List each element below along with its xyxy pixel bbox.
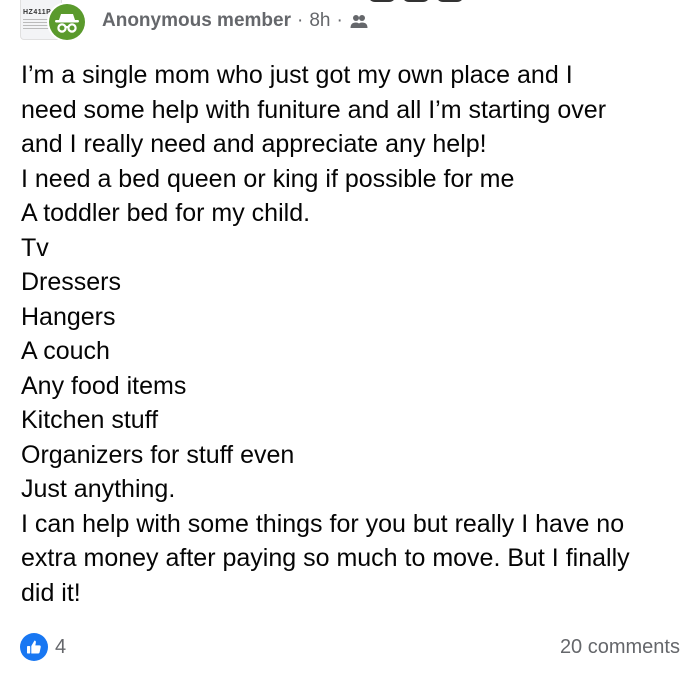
anonymous-avatar-circle — [49, 4, 85, 40]
cropped-button-1 — [368, 0, 396, 2]
comments-count-link[interactable]: 20 comments — [560, 636, 680, 659]
separator-dot: · — [296, 10, 304, 31]
post-text: I’m a single mom who just got my own pla… — [21, 61, 630, 607]
author-name[interactable]: Anonymous member — [102, 10, 291, 32]
reaction-count: 4 — [55, 635, 67, 658]
reactions-summary[interactable]: 4 — [20, 633, 66, 661]
post-footer: 4 20 comments — [20, 633, 680, 661]
like-icon — [20, 633, 48, 661]
post-header: Anonymous member · 8h · — [102, 10, 369, 32]
anonymous-avatar[interactable] — [47, 2, 87, 42]
cropped-button-3 — [436, 0, 464, 2]
cropped-button-2 — [402, 0, 430, 2]
anonymous-icon — [55, 14, 79, 33]
post-time[interactable]: 8h — [309, 10, 330, 32]
top-cropped-buttons — [368, 0, 464, 2]
group-privacy-icon[interactable] — [349, 11, 369, 31]
separator-dot: · — [336, 10, 343, 31]
